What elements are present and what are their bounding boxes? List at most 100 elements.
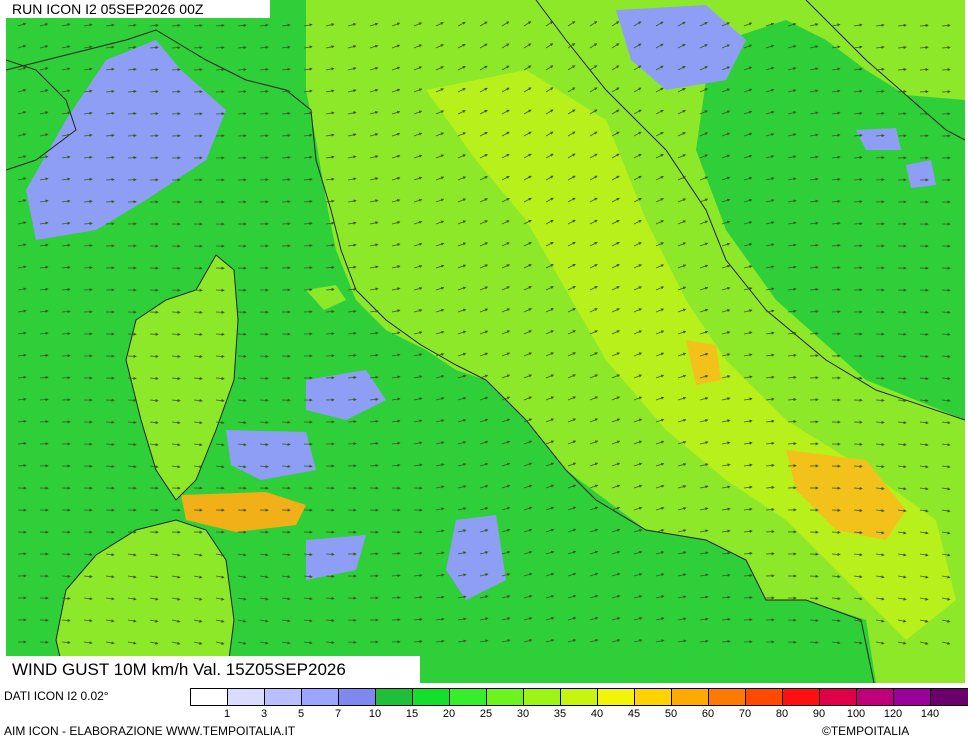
colorbar-swatch [672, 689, 709, 705]
wind-arrow [831, 530, 841, 534]
wind-arrow [259, 134, 269, 138]
wind-arrow [149, 112, 159, 116]
wind-arrow [919, 332, 929, 336]
wind-arrow [875, 398, 885, 402]
wind-arrow [215, 68, 225, 72]
wind-arrow [171, 90, 181, 94]
wind-arrow [171, 68, 181, 72]
colorbar-swatch [709, 689, 746, 705]
wind-arrow [127, 134, 137, 138]
colorbar-tick-label: 5 [297, 708, 305, 720]
wind-arrow [61, 574, 71, 578]
wind-arrow [83, 266, 93, 270]
wind-arrow [875, 156, 885, 160]
wind-arrow [941, 310, 951, 314]
wind-arrow [105, 200, 115, 204]
colorbar-tick-label: 15 [405, 708, 419, 720]
wind-arrow [391, 596, 401, 600]
colorbar-tick-label: 30 [516, 708, 530, 720]
credit-right: ©TEMPOITALIA [822, 724, 910, 738]
colorbar-swatch [746, 689, 783, 705]
map-canvas [6, 0, 965, 683]
wind-arrow [853, 464, 863, 468]
colorbar-swatch [635, 689, 672, 705]
colorbar-swatch [413, 689, 450, 705]
wind-arrow [127, 156, 137, 160]
wind-arrow [325, 332, 335, 336]
colorbar-tick-label: 7 [334, 708, 342, 720]
colorbar-tick-label: 140 [920, 708, 940, 720]
wind-arrow [897, 354, 907, 358]
colorbar-swatch [339, 689, 376, 705]
wind-arrow [149, 354, 159, 358]
colorbar-swatch [228, 689, 265, 705]
colorbar-tick-label: 45 [627, 708, 641, 720]
calm-zone-adriatic-east-2 [906, 160, 936, 188]
data-source-label: DATI ICON I2 0.02° [4, 689, 109, 703]
colorbar-swatch [857, 689, 894, 705]
colorbar-swatch [376, 689, 413, 705]
wind-gust-map: RUN ICON I2 05SEP2026 00Z WIND GUST 10M … [6, 0, 965, 683]
colorbar-tick-label: 90 [812, 708, 826, 720]
wind-arrow [215, 332, 225, 336]
colorbar-labels: 1 3 5 7 10 15 20 25 30 35 40 45 50 60 70 80 90 100 120 140 [0, 708, 968, 722]
wind-arrow [215, 90, 225, 94]
colorbar-tick-label: 20 [442, 708, 456, 720]
wind-arrow [765, 530, 775, 534]
colorbar-swatch [820, 689, 857, 705]
wind-arrow [787, 442, 797, 446]
colorbar-swatch [561, 689, 598, 705]
colorbar-swatch [894, 689, 931, 705]
colorbar-swatch [302, 689, 339, 705]
colorbar-tick-label: 60 [701, 708, 715, 720]
run-title: RUN ICON I2 05SEP2026 00Z [6, 0, 270, 18]
colorbar [190, 688, 968, 706]
wind-arrow [171, 332, 181, 336]
colorbar-swatch [450, 689, 487, 705]
colorbar-tick-label: 10 [368, 708, 382, 720]
colorbar-tick-label: 100 [846, 708, 866, 720]
wind-arrow [193, 68, 203, 72]
colorbar-tick-label: 25 [479, 708, 493, 720]
colorbar-swatch [783, 689, 820, 705]
colorbar-tick-label: 50 [664, 708, 678, 720]
wind-arrow [831, 288, 841, 292]
wind-arrow [347, 420, 357, 424]
colorbar-swatch [265, 689, 302, 705]
wind-arrow [743, 618, 753, 622]
colorbar-swatch [524, 689, 561, 705]
wind-arrow [325, 574, 335, 578]
wind-arrow [897, 112, 907, 116]
colorbar-swatch [931, 689, 968, 705]
colorbar-swatch [191, 689, 228, 705]
wind-arrow [61, 332, 71, 336]
wind-arrow [281, 200, 291, 204]
wind-arrow [303, 266, 313, 270]
colorbar-tick-label: 80 [775, 708, 789, 720]
wind-arrow [919, 90, 929, 94]
product-title: WIND GUST 10M km/h Val. 15Z05SEP2026 [6, 656, 420, 683]
wind-arrow [941, 68, 951, 72]
colorbar-tick-label: 35 [553, 708, 567, 720]
wind-arrow [237, 112, 247, 116]
wind-arrow [281, 442, 291, 446]
colorbar-tick-label: 120 [883, 708, 903, 720]
wind-arrow [809, 354, 819, 358]
wind-arrow [809, 596, 819, 600]
credit-left: AIM ICON - ELABORAZIONE WWW.TEMPOITALIA.… [4, 724, 296, 738]
wind-arrow [259, 398, 269, 402]
wind-arrow [853, 222, 863, 226]
colorbar-tick-label: 40 [590, 708, 604, 720]
wind-arrow [127, 398, 137, 402]
colorbar-swatch [598, 689, 635, 705]
wind-arrow [237, 354, 247, 358]
colorbar-tick-label: 3 [260, 708, 268, 720]
colorbar-swatch [487, 689, 524, 705]
wind-arrow [105, 442, 115, 446]
wind-arrow [127, 376, 137, 380]
wind-arrow [39, 420, 49, 424]
colorbar-tick-label: 1 [223, 708, 231, 720]
wind-arrow [259, 376, 269, 380]
wind-arrow [193, 310, 203, 314]
colorbar-tick-label: 70 [738, 708, 752, 720]
